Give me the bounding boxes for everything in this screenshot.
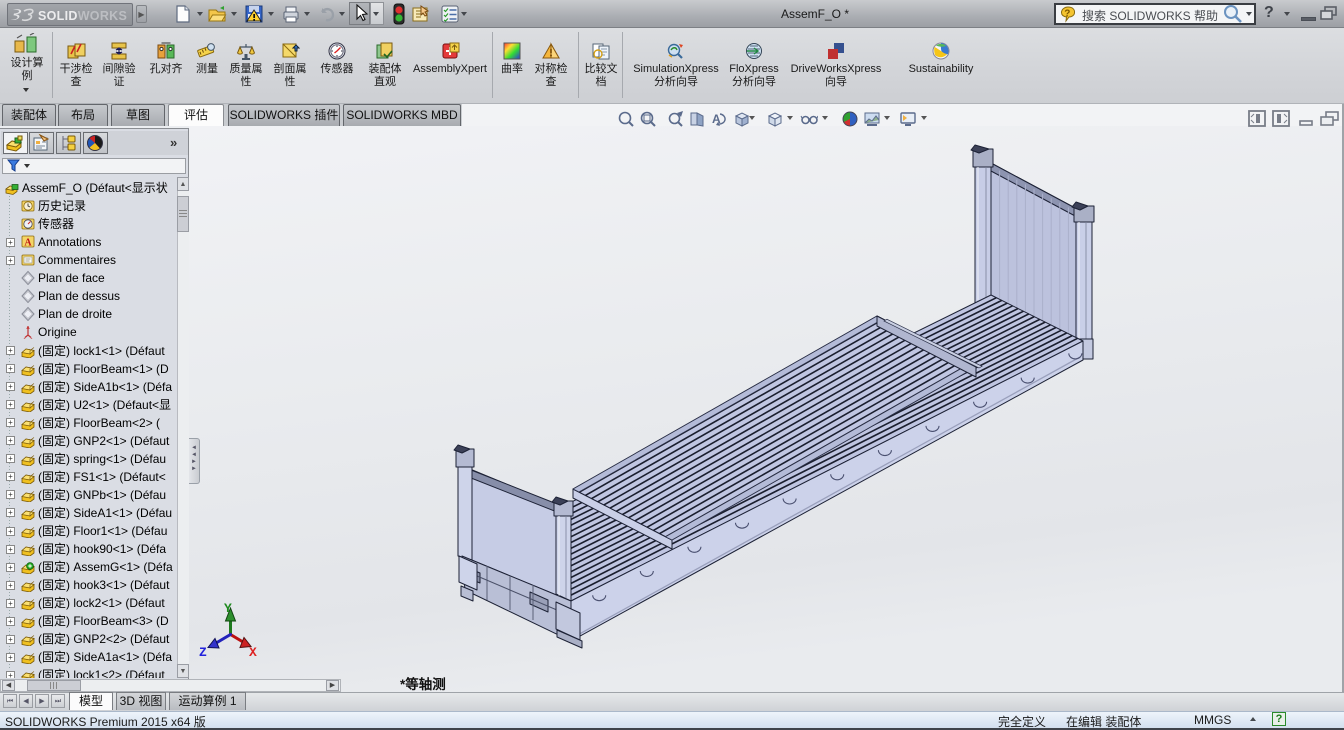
svg-text:Z: Z: [199, 645, 207, 660]
svg-text:SOLIDWORKS: SOLIDWORKS: [38, 9, 127, 23]
svg-text:?: ?: [1064, 9, 1070, 20]
svg-text:*等轴测: *等轴测: [400, 676, 446, 692]
svg-text:Y: Y: [224, 601, 232, 616]
svg-text:X: X: [249, 645, 257, 660]
svg-text:A: A: [24, 238, 32, 249]
